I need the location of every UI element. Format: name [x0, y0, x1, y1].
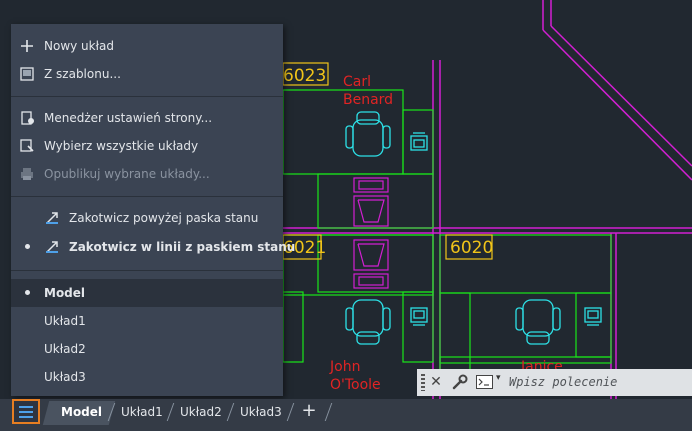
menu-item-label: Zakotwicz powyżej paska stanu [69, 211, 259, 225]
menu-item-label: Z szablonu... [44, 67, 121, 81]
name-label-line1: John [329, 359, 360, 375]
menu-separator [11, 96, 283, 97]
tab-layout2[interactable]: Układ2 [180, 405, 222, 421]
room-number-6023: 6023 [283, 66, 326, 86]
layout-tab-bar: Model Układ1 Układ2 Układ3 + [0, 399, 692, 431]
furniture [282, 89, 612, 394]
selected-bullet-icon [25, 244, 30, 249]
menu-item-layout3[interactable]: Układ3 [11, 363, 283, 391]
menu-item-dock-inline-status-bar[interactable]: Zakotwicz w linii z paskiem stanu [11, 233, 295, 261]
command-input[interactable] [509, 372, 687, 392]
name-label-line2: Benard [343, 92, 393, 108]
tab-separator [286, 403, 295, 421]
tab-separator [324, 403, 333, 421]
menu-item-select-all-layouts[interactable]: Wybierz wszystkie układy [11, 132, 283, 160]
chevron-down-icon[interactable]: ▾ [496, 373, 501, 383]
tab-separator [166, 403, 175, 421]
dock-inline-icon [46, 241, 58, 253]
page-setup-icon [21, 111, 34, 125]
command-line: ✕ ▾ [417, 369, 692, 396]
menu-item-label: Model [44, 286, 86, 300]
menu-item-label: Menedżer ustawień strony... [44, 111, 213, 125]
menu-item-layout2[interactable]: Układ2 [11, 335, 283, 363]
close-command-line-button[interactable]: ✕ [429, 372, 443, 392]
menu-item-from-template[interactable]: Z szablonu... [11, 60, 283, 88]
tab-layout1[interactable]: Układ1 [121, 405, 163, 421]
tab-layout3[interactable]: Układ3 [240, 405, 282, 421]
tab-separator [226, 403, 235, 421]
name-label-line2: O'Toole [330, 377, 381, 393]
tab-model[interactable]: Model [61, 405, 102, 421]
select-layouts-icon [20, 139, 34, 152]
printer-icon [21, 168, 33, 180]
menu-item-label: Układ3 [44, 370, 86, 384]
menu-item-model[interactable]: Model [11, 279, 283, 307]
command-prompt-icon[interactable] [476, 375, 493, 389]
menu-item-publish-layouts[interactable]: Opublikuj wybrane układy... [11, 160, 283, 188]
room-number-6020: 6020 [450, 238, 493, 258]
add-layout-button[interactable]: + [300, 402, 318, 420]
wrench-icon[interactable] [451, 373, 469, 391]
menu-item-label: Układ2 [44, 342, 86, 356]
layout-menu-button[interactable] [12, 399, 40, 424]
menu-separator [11, 196, 283, 197]
drag-handle[interactable] [421, 374, 425, 391]
template-icon [20, 67, 34, 81]
dock-icon [46, 212, 58, 224]
layout-menu: Nowy układ Z szablonu... Menedżer ustawi… [11, 24, 295, 396]
menu-item-label: Nowy układ [44, 39, 114, 53]
menu-item-label: Układ1 [44, 314, 86, 328]
name-label-line1: Carl [343, 74, 371, 90]
menu-item-label: Wybierz wszystkie układy [44, 139, 199, 153]
menu-item-layout1[interactable]: Układ1 [11, 307, 283, 335]
plus-icon [21, 40, 33, 52]
walls [283, 0, 692, 399]
hamburger-icon [19, 406, 33, 418]
menu-item-label: Opublikuj wybrane układy... [44, 167, 210, 181]
menu-item-dock-above-status-bar[interactable]: Zakotwicz powyżej paska stanu [11, 204, 283, 232]
menu-item-label: Zakotwicz w linii z paskiem stanu [69, 240, 296, 254]
menu-separator [11, 270, 283, 271]
selected-bullet-icon [25, 290, 30, 295]
menu-item-new-layout[interactable]: Nowy układ [11, 32, 283, 60]
menu-item-page-setup[interactable]: Menedżer ustawień strony... [11, 104, 283, 132]
